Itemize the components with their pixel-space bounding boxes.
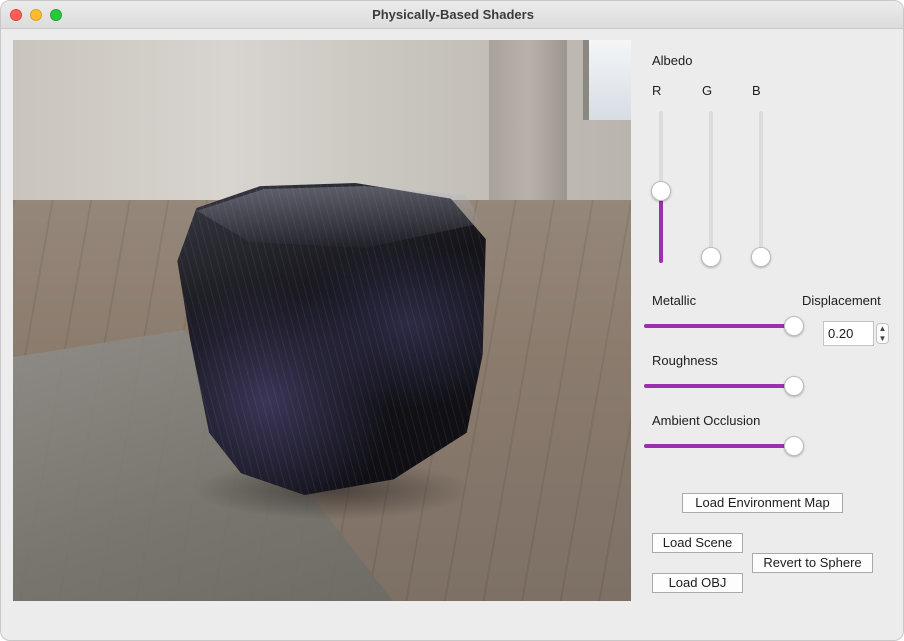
slider-knob[interactable] [784, 436, 804, 456]
slider-knob[interactable] [751, 247, 771, 267]
slider-fill [644, 384, 792, 388]
metallic-label: Metallic [652, 293, 697, 308]
albedo-label: Albedo [652, 53, 693, 68]
roughness-label: Roughness [652, 353, 718, 368]
load-scene-button[interactable]: Load Scene [652, 533, 743, 553]
albedo-g-slider[interactable] [700, 111, 722, 271]
displacement-label: Displacement [802, 293, 881, 308]
scene-window [583, 40, 631, 120]
spin-down-icon[interactable]: ▼ [877, 334, 888, 343]
render-viewport[interactable] [13, 40, 631, 601]
app-window: Physically-Based Shaders Albedo R G B Me… [0, 0, 904, 641]
title-bar: Physically-Based Shaders [1, 1, 903, 29]
load-obj-button[interactable]: Load OBJ [652, 573, 743, 593]
albedo-b-label: B [752, 83, 761, 98]
albedo-g-label: G [702, 83, 713, 98]
window-title: Physically-Based Shaders [372, 7, 534, 22]
ambient-occlusion-label: Ambient Occlusion [652, 413, 761, 428]
revert-to-sphere-button[interactable]: Revert to Sphere [752, 553, 873, 573]
roughness-slider[interactable] [644, 375, 804, 397]
slider-knob[interactable] [701, 247, 721, 267]
ambient-occlusion-slider[interactable] [644, 435, 804, 457]
displacement-input[interactable] [823, 321, 874, 346]
slider-track [709, 111, 713, 263]
spin-arrows[interactable]: ▲ ▼ [876, 323, 889, 344]
scene-doorway [489, 40, 567, 215]
load-environment-map-button[interactable]: Load Environment Map [682, 493, 843, 513]
slider-knob[interactable] [784, 316, 804, 336]
slider-knob[interactable] [651, 181, 671, 201]
spin-up-icon[interactable]: ▲ [877, 324, 888, 333]
slider-knob[interactable] [784, 376, 804, 396]
metallic-slider[interactable] [644, 315, 804, 337]
albedo-r-slider[interactable] [650, 111, 672, 271]
displacement-spinbox[interactable]: ▲ ▼ [823, 321, 889, 346]
slider-fill [644, 444, 792, 448]
slider-track [759, 111, 763, 263]
albedo-r-label: R [652, 83, 662, 98]
slider-fill [644, 324, 792, 328]
albedo-b-slider[interactable] [750, 111, 772, 271]
